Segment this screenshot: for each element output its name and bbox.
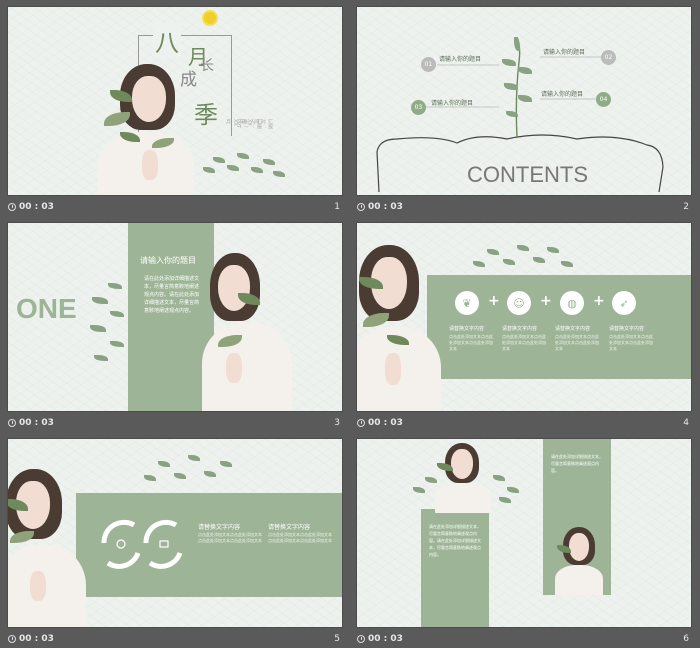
slide-bar-3: 00 : 03 3 xyxy=(8,414,342,432)
fern-decoration xyxy=(467,237,577,277)
slide-time: 00 : 03 xyxy=(368,202,403,212)
slide-number: 1 xyxy=(334,202,340,212)
plus-icon: + xyxy=(540,293,552,309)
subtitle-line-2: 汇报时间：XX年XX月 xyxy=(225,119,273,129)
right-body: 请在此处添加详细描述文本，尽量言简意赅地阐述观点内容。 xyxy=(551,454,603,473)
girl-illustration xyxy=(357,243,441,411)
girl-illustration-right xyxy=(555,527,603,595)
item-01-label[interactable]: 请输入你的题目 xyxy=(439,54,481,63)
fern-decoration xyxy=(193,147,293,195)
slide-thumbnail-3[interactable]: ONE 请输入你的题目 请在此处添加详细描述文本，尽量言简意赅地阐述观点内容。请… xyxy=(8,223,342,411)
slide-number: 4 xyxy=(683,418,689,428)
recycle-arrows-icon xyxy=(101,519,183,569)
left-body: 请在此处添加详细描述文本，尽量言简意赅地阐述观点内容。请在此处添加详细描述文本，… xyxy=(429,524,481,557)
clock-icon xyxy=(357,203,365,211)
slide-bar-1: 00 : 03 1 xyxy=(8,198,342,216)
slide-time: 00 : 03 xyxy=(19,418,54,428)
plus-icon: + xyxy=(488,293,500,309)
item-04-label[interactable]: 请输入你的题目 xyxy=(541,89,583,98)
item-01-number: 01 xyxy=(421,57,436,72)
slide-time: 00 : 03 xyxy=(19,634,54,644)
feature-title: 请替换文字内容 xyxy=(198,524,241,531)
slide-thumbnail-4[interactable]: ❦ + ☺ + ◍ + ➶ 请替换文字内容 点击此处添加文本点击此处添加文本点击… xyxy=(357,223,691,411)
slide-number: 2 xyxy=(683,202,689,212)
slide-time: 00 : 03 xyxy=(368,634,403,644)
title-char-4: 长 xyxy=(200,58,214,74)
item-03-label[interactable]: 请输入你的题目 xyxy=(431,98,473,107)
feature-title: 请替换文字内容 xyxy=(555,326,591,332)
item-02-number: 02 xyxy=(601,50,616,65)
feature-col-4: 请替换文字内容 点击此处添加文本点击此处添加文本点击此处添加文本 xyxy=(609,325,655,352)
feature-title: 请替换文字内容 xyxy=(609,326,645,332)
feature-body: 点击此处添加文本点击此处添加文本点击此处添加文本 xyxy=(449,334,493,351)
panel-body: 请在此处添加详细描述文本，尽量言简意赅地阐述观点内容。请在此处添加详细描述文本，… xyxy=(144,276,200,314)
slide-thumbnail-6[interactable]: 请在此处添加详细描述文本，尽量言简意赅地阐述观点内容。请在此处添加详细描述文本，… xyxy=(357,439,691,627)
slide-bar-6: 00 : 03 6 xyxy=(357,630,691,648)
slide-number: 3 xyxy=(334,418,340,428)
slide-bar-4: 00 : 03 4 xyxy=(357,414,691,432)
feature-title: 请替换文字内容 xyxy=(502,326,538,332)
fern-decoration xyxy=(88,283,132,373)
slide-time: 00 : 03 xyxy=(19,202,54,212)
clock-icon xyxy=(8,635,16,643)
slide-number: 5 xyxy=(334,634,340,644)
fern-decoration xyxy=(413,469,523,509)
feature-col-1: 请替换文字内容 点击此处添加文本点击此处添加文本点击此处添加文本点击此处添加文本 xyxy=(198,523,264,544)
feature-body: 点击此处添加文本点击此处添加文本点击此处添加文本 xyxy=(502,334,546,351)
flower-icon xyxy=(204,12,216,24)
slide-bar-2: 00 : 03 2 xyxy=(357,198,691,216)
panel-title: 请输入你的题目 xyxy=(140,256,196,265)
plant-icon: ❦ xyxy=(455,291,479,315)
slide-thumbnail-1[interactable]: 八 月 成 长 季 汇报人：豪 / PPT 汇报时间：XX年XX月 xyxy=(8,7,342,195)
feature-body: 点击此处添加文本点击此处添加文本点击此处添加文本点击此处添加文本 xyxy=(268,532,332,543)
slide-time: 00 : 03 xyxy=(368,418,403,428)
clock-icon xyxy=(357,419,365,427)
clock-icon xyxy=(8,419,16,427)
title-char-1: 八 xyxy=(153,23,181,58)
slide-thumbnail-5[interactable]: 请替换文字内容 点击此处添加文本点击此处添加文本点击此处添加文本点击此处添加文本… xyxy=(8,439,342,627)
slide-thumbnail-2[interactable]: 01 请输入你的题目 02 请输入你的题目 03 请输入你的题目 04 请输入你… xyxy=(357,7,691,195)
feature-body: 点击此处添加文本点击此处添加文本点击此处添加文本 xyxy=(555,334,599,351)
left-text-panel: 请在此处添加详细描述文本，尽量言简意赅地阐述观点内容。请在此处添加详细描述文本，… xyxy=(421,509,489,627)
item-02-label[interactable]: 请输入你的题目 xyxy=(543,47,585,56)
slide-number: 6 xyxy=(683,634,689,644)
feature-col-3: 请替换文字内容 点击此处添加文本点击此处添加文本点击此处添加文本 xyxy=(555,325,601,352)
plus-icon: + xyxy=(593,293,605,309)
rocket-icon: ➶ xyxy=(612,291,636,315)
feature-col-2: 请替换文字内容 点击此处添加文本点击此处添加文本点击此处添加文本 xyxy=(502,325,548,352)
slide-bar-5: 00 : 03 5 xyxy=(8,630,342,648)
section-word: ONE xyxy=(16,293,77,324)
girl-illustration xyxy=(198,253,292,411)
feature-body: 点击此处添加文本点击此处添加文本点击此处添加文本 xyxy=(609,334,653,351)
item-03-number: 03 xyxy=(411,100,426,115)
girl-illustration xyxy=(8,469,86,627)
feature-col-1: 请替换文字内容 点击此处添加文本点击此处添加文本点击此处添加文本 xyxy=(449,325,495,352)
clock-icon xyxy=(8,203,16,211)
person-icon: ☺ xyxy=(507,291,531,315)
feature-title: 请替换文字内容 xyxy=(268,524,311,531)
contents-heading: CONTENTS xyxy=(467,162,588,187)
feature-title: 请替换文字内容 xyxy=(449,326,485,332)
feature-body: 点击此处添加文本点击此处添加文本点击此处添加文本点击此处添加文本 xyxy=(198,532,262,543)
fern-decoration xyxy=(138,449,238,493)
clock-icon xyxy=(357,635,365,643)
girl-illustration xyxy=(90,62,200,195)
item-04-number: 04 xyxy=(596,92,611,107)
globe-icon: ◍ xyxy=(560,291,584,315)
feature-col-2: 请替换文字内容 点击此处添加文本点击此处添加文本点击此处添加文本点击此处添加文本 xyxy=(268,523,334,544)
plant-sprout xyxy=(502,37,532,137)
